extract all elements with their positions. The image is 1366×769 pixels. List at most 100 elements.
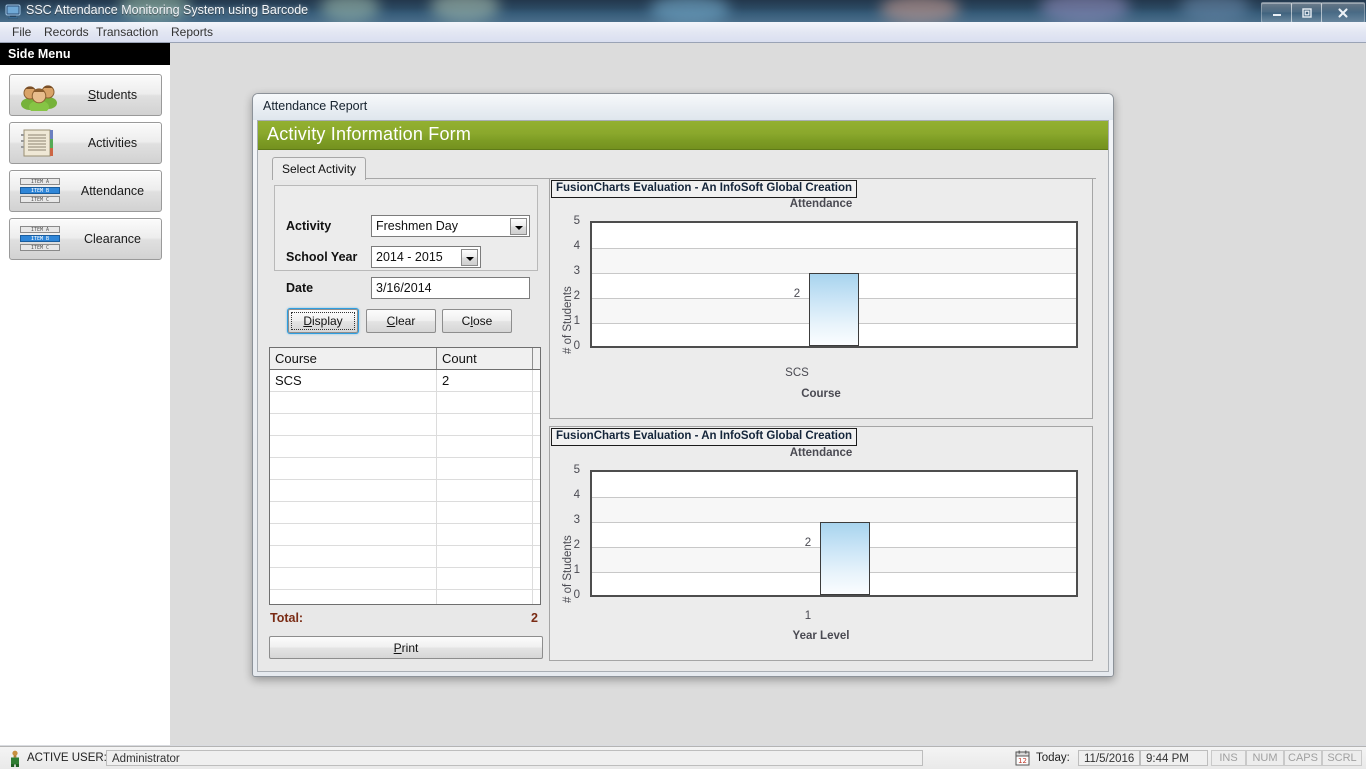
close-button-label: Close [462,314,493,328]
cell-empty [270,392,437,413]
close-button-form[interactable]: Close [442,309,512,333]
table-row-empty[interactable] [270,392,540,414]
chart-y-tick: 2 [556,539,580,551]
tab-select-activity[interactable]: Select Activity [272,157,366,180]
cell-empty [437,436,533,457]
restore-button[interactable] [1291,2,1322,22]
course-count-grid[interactable]: Course Count SCS 2 [269,347,541,605]
chart-title: Attendance [550,198,1092,210]
table-row-empty[interactable] [270,524,540,546]
activity-dropdown-button[interactable] [510,218,527,235]
sidebar-item-label: Activities [68,123,157,163]
sidebar-item-students[interactable]: Students [9,74,162,116]
cell-empty [437,414,533,435]
cell-count: 2 [437,370,533,391]
close-icon [1322,3,1364,22]
app-icon [5,3,21,19]
chart-y-tick: 2 [556,290,580,302]
cell-empty [270,590,437,605]
sidebar-item-clearance[interactable]: ITEM A ITEM B ITEM C Clearance [9,218,162,260]
attendance-chart-by-course: FusionCharts Evaluation - An InfoSoft Gl… [549,178,1093,419]
child-window-title: Attendance Report [263,99,367,113]
status-flag-num: NUM [1246,750,1284,766]
clear-button[interactable]: Clear [366,309,436,333]
cell-empty [270,546,437,567]
date-label: Date [286,281,313,295]
cell-empty [437,546,533,567]
cell-empty [437,590,533,605]
list-icon-row: ITEM C [20,244,60,251]
menu-file[interactable]: File [6,25,37,40]
chart-bar-value: 2 [772,288,822,300]
table-row-empty[interactable] [270,568,540,590]
calendar-icon: 12 [1015,750,1030,766]
chart-x-tick: 1 [783,610,833,622]
table-row-empty[interactable] [270,590,540,605]
grid-header-count[interactable]: Count [437,348,533,369]
list-icon-row: ITEM A [20,178,60,185]
tabstrip: Select Activity [272,157,1096,179]
menu-records[interactable]: Records [38,25,95,40]
chart-title: Attendance [550,447,1092,459]
minimize-button[interactable] [1261,2,1292,22]
restore-icon [1292,3,1321,22]
date-input[interactable]: 3/16/2014 [371,277,530,299]
chart-y-tick: 0 [556,340,580,352]
list-icon-row: ITEM C [20,196,60,203]
chart-bar[interactable] [820,522,870,595]
total-value: 2 [480,611,538,625]
table-row[interactable]: SCS 2 [270,370,540,392]
chart-y-tick: 3 [556,514,580,526]
list-icon-row: ITEM B [20,235,60,242]
table-row-empty[interactable] [270,546,540,568]
display-button[interactable]: Display [288,309,358,333]
grid-header-row: Course Count [270,348,540,370]
chart-bar[interactable] [809,273,859,346]
sidebar-item-activities[interactable]: Activities [9,122,162,164]
statusbar: ACTIVE USER: Administrator 12 Today: 11/… [0,746,1366,769]
chevron-down-icon [515,226,523,230]
table-row-empty[interactable] [270,436,540,458]
list-icon: ITEM A ITEM B ITEM C [20,178,60,204]
status-flag-scrl: SCRL [1322,750,1362,766]
sidebar-students-rest: tudents [96,88,137,102]
close-button[interactable] [1321,2,1365,22]
grid-header-filler [533,348,541,369]
print-button-label: Print [394,641,419,655]
cell-course: SCS [270,370,437,391]
chart-y-tick: 1 [556,315,580,327]
menu-reports[interactable]: Reports [165,25,219,40]
chart-y-tick: 5 [556,215,580,227]
cell-empty [270,502,437,523]
school-year-combobox[interactable]: 2014 - 2015 [371,246,481,268]
glass-blur-decoration [1180,0,1250,22]
date-input-value: 3/16/2014 [376,281,432,295]
chart-y-tick: 4 [556,240,580,252]
cell-empty [437,392,533,413]
list-icon-row: ITEM A [20,226,60,233]
table-row-empty[interactable] [270,480,540,502]
sidebar-item-attendance[interactable]: ITEM A ITEM B ITEM C Attendance [9,170,162,212]
chart-x-axis-label: Year Level [550,630,1092,642]
print-button[interactable]: Print [269,636,543,659]
cell-empty [270,480,437,501]
table-row-empty[interactable] [270,414,540,436]
school-year-dropdown-button[interactable] [461,249,478,266]
today-label: Today: [1036,751,1070,766]
status-flag-caps: CAPS [1284,750,1322,766]
chevron-down-icon [466,257,474,261]
attendance-chart-by-year-level: FusionCharts Evaluation - An InfoSoft Gl… [549,426,1093,661]
menu-transaction[interactable]: Transaction [90,25,164,40]
chart-x-tick: SCS [772,367,822,379]
table-row-empty[interactable] [270,502,540,524]
chart-y-tick: 3 [556,265,580,277]
sidebar-item-label: Students [68,75,157,115]
chart-bar-value: 2 [783,537,833,549]
active-user-label: ACTIVE USER: [27,751,107,766]
table-row-empty[interactable] [270,458,540,480]
activity-combobox[interactable]: Freshmen Day [371,215,530,237]
grid-header-course[interactable]: Course [270,348,437,369]
sidebar-item-label: Clearance [68,219,157,259]
cell-empty [437,480,533,501]
cell-empty [270,458,437,479]
